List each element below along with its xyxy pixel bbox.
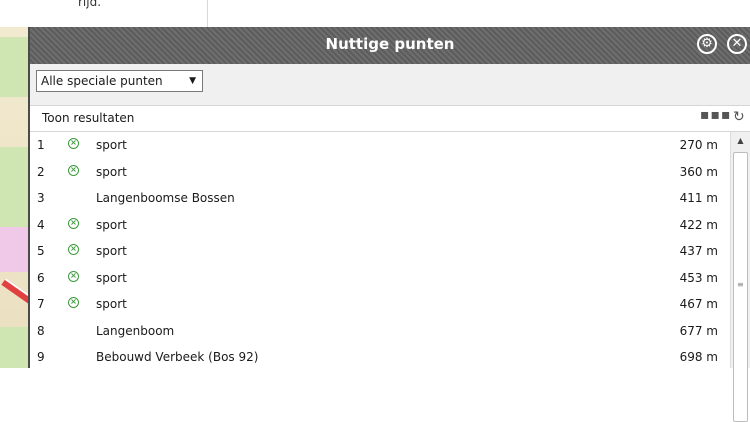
row-name: sport	[96, 164, 127, 179]
chevron-down-icon[interactable]: ▼	[189, 71, 196, 91]
map-residential-area	[0, 227, 30, 272]
list-item[interactable]: 7 × sport 467 m	[30, 291, 730, 318]
row-name: Langenboomse Bossen	[96, 191, 235, 205]
row-distance: 467 m	[679, 297, 718, 311]
row-number: 4	[37, 217, 45, 232]
close-icon[interactable]: ✕	[727, 34, 747, 54]
row-name: sport	[96, 270, 127, 285]
list-item[interactable]: 6 × sport 453 m	[30, 265, 730, 292]
row-distance: 422 m	[679, 217, 718, 232]
map-park-area	[0, 147, 30, 227]
row-name: sport	[96, 217, 127, 232]
dialog-toolbar: Alle speciale punten ▼ Toon resultaten ▪…	[30, 64, 750, 132]
list-item[interactable]: 9 Bebouwd Verbeek (Bos 92) 698 m	[30, 344, 730, 368]
row-number: 3	[37, 191, 45, 205]
sport-icon: ×	[68, 270, 79, 282]
sport-icon: ×	[68, 217, 79, 229]
poi-filter-select[interactable]: Alle speciale punten ▼	[36, 70, 203, 92]
sport-icon: ×	[68, 164, 79, 176]
row-name: sport	[96, 297, 127, 311]
grip-icon: ≡	[737, 280, 744, 289]
row-distance: 411 m	[679, 191, 718, 205]
map-park-area	[0, 327, 30, 368]
sport-icon: ×	[68, 244, 79, 255]
list-item[interactable]: 4 × sport 422 m	[30, 212, 730, 239]
row-name: Bebouwd Verbeek (Bos 92)	[96, 350, 259, 364]
more-dots-icon[interactable]: ▪▪▪	[700, 107, 731, 123]
row-name: sport	[96, 138, 127, 152]
list-item[interactable]: 3 Langenboomse Bossen 411 m	[30, 185, 730, 212]
sport-icon: ×	[68, 138, 79, 149]
background-text: rijd.	[78, 0, 102, 9]
poi-list: 1 × sport 270 m 2 × sport 360 m 3 Langen…	[30, 132, 730, 368]
row-distance: 270 m	[679, 138, 718, 152]
poi-filter-value: Alle speciale punten	[41, 74, 163, 88]
sport-icon: ×	[68, 297, 79, 308]
map-road	[1, 278, 30, 308]
list-item[interactable]: 1 × sport 270 m	[30, 132, 730, 159]
row-distance: 698 m	[679, 350, 718, 364]
background-divider	[207, 0, 208, 27]
background-top: rijd.	[0, 0, 750, 27]
row-number: 6	[37, 270, 45, 285]
row-name: sport	[96, 244, 127, 258]
row-distance: 453 m	[679, 270, 718, 285]
row-number: 8	[37, 323, 45, 338]
row-number: 5	[37, 244, 45, 258]
list-item[interactable]: 2 × sport 360 m	[30, 159, 730, 186]
row-distance: 360 m	[679, 164, 718, 179]
map-view[interactable]	[0, 27, 30, 368]
row-number: 1	[37, 138, 45, 152]
row-name: Langenboom	[96, 323, 175, 338]
map-park-area	[0, 37, 30, 97]
row-distance: 437 m	[679, 244, 718, 258]
dialog-title: Nuttige punten	[325, 35, 455, 53]
refresh-icon[interactable]: ↻	[733, 109, 745, 125]
row-distance: 677 m	[679, 323, 718, 338]
results-header: Toon resultaten ▪▪▪ ↻	[30, 105, 750, 132]
dialog-titlebar[interactable]: Nuttige punten ⚙ ✕	[30, 27, 750, 64]
row-number: 7	[37, 297, 45, 311]
poi-dialog: Nuttige punten ⚙ ✕ Alle speciale punten …	[30, 27, 750, 422]
list-item[interactable]: 8 Langenboom 677 m	[30, 318, 730, 345]
list-item[interactable]: 5 × sport 437 m	[30, 238, 730, 265]
row-number: 2	[37, 164, 45, 179]
results-label: Toon resultaten	[42, 111, 135, 125]
scroll-up-icon[interactable]: ▲	[731, 132, 750, 149]
list-scrollbar[interactable]: ▲ ≡	[730, 132, 750, 422]
scrollbar-thumb[interactable]: ≡	[733, 152, 748, 422]
gear-icon[interactable]: ⚙	[697, 34, 717, 54]
row-number: 9	[37, 350, 45, 364]
